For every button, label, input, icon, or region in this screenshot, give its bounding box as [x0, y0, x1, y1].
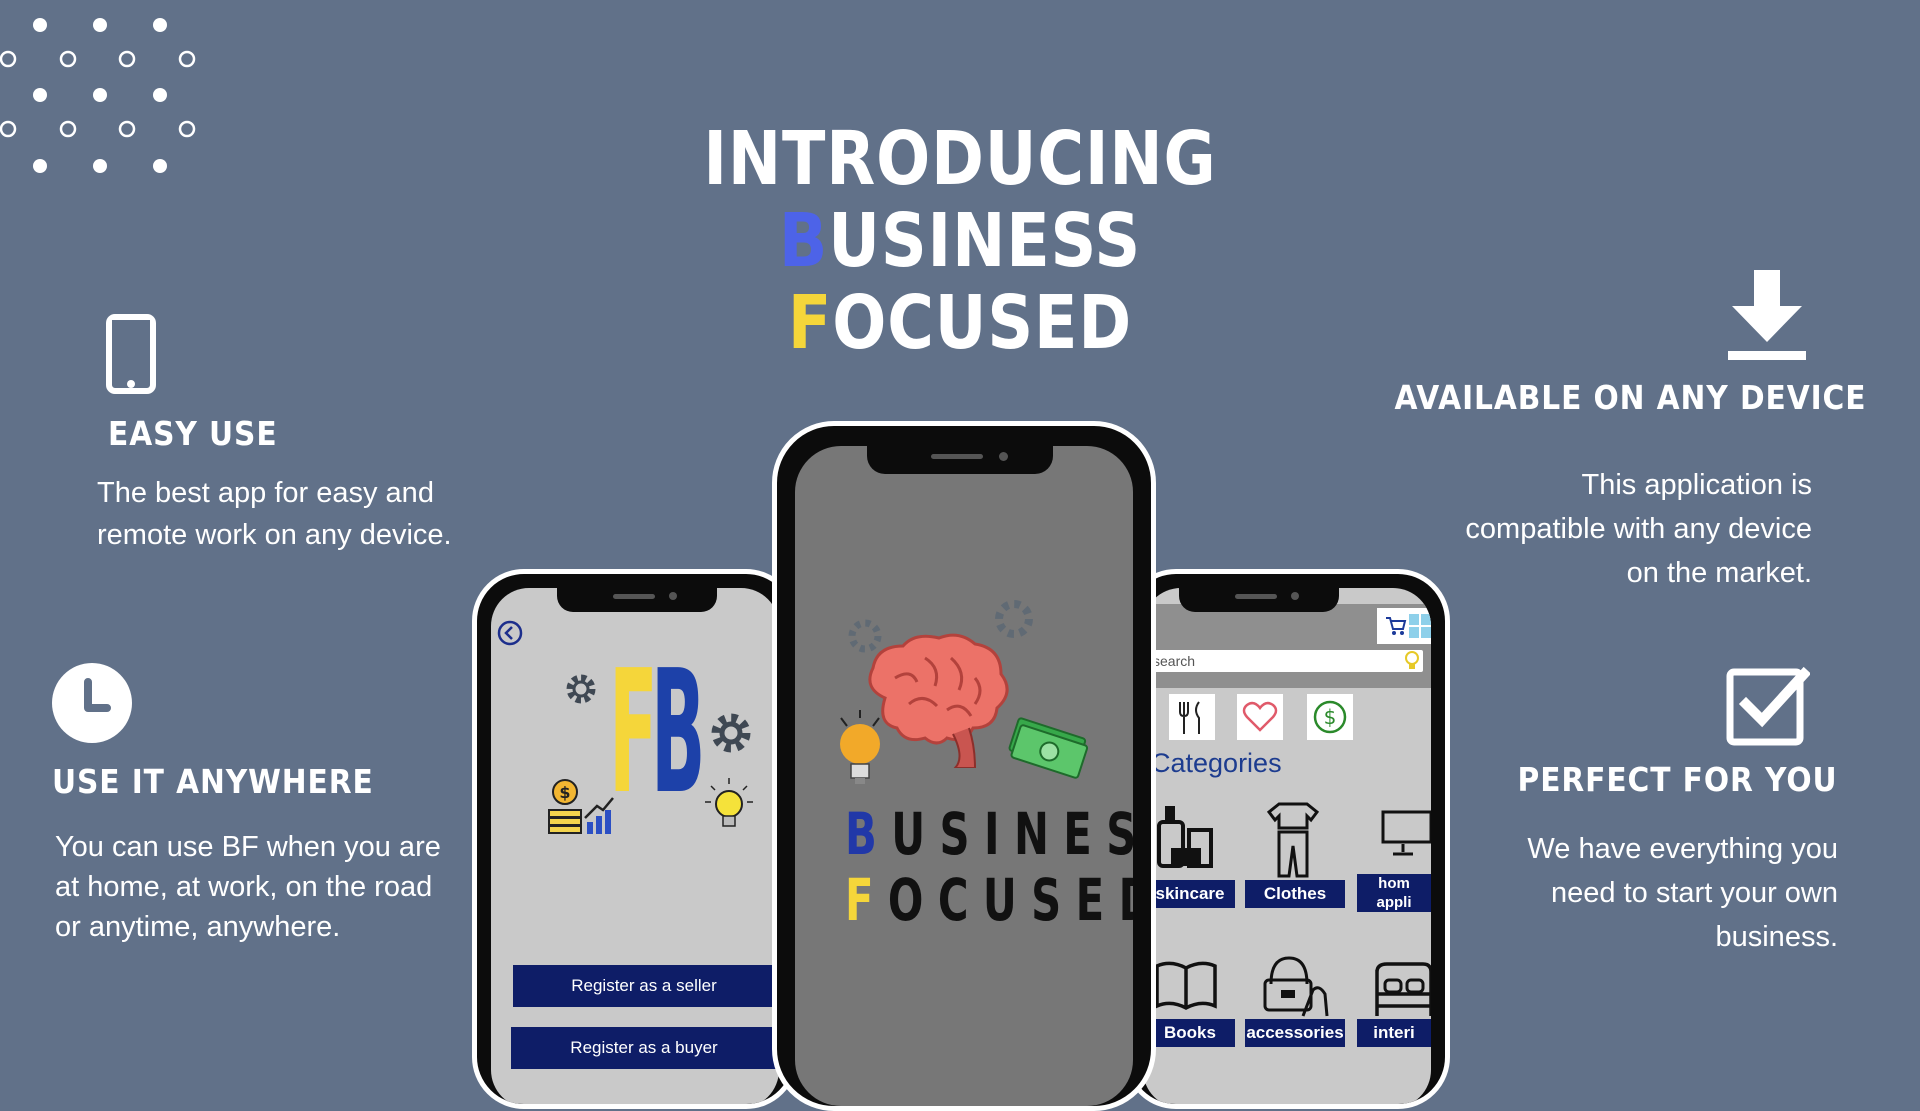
available-line-3: on the market.	[1626, 557, 1812, 589]
register-buyer-button[interactable]: Register as a buyer	[511, 1027, 777, 1069]
center-logo-f: F	[845, 866, 888, 934]
lightbulb-icon	[705, 778, 753, 827]
category-books[interactable]: Books	[1145, 1019, 1235, 1047]
category-home-appliances[interactable]: hom appli	[1357, 874, 1431, 912]
category-skincare[interactable]: skincare	[1145, 880, 1235, 908]
center-phone-screen: BUSINESS FOCUSED	[795, 446, 1133, 1106]
left-phone-screen: F B $ Register as a seller Register as a…	[491, 588, 779, 1104]
money-growth-icon: $	[548, 779, 614, 834]
left-logo-b: B	[651, 634, 706, 832]
notch	[867, 440, 1053, 474]
perfect-line-3: business.	[1715, 921, 1838, 953]
perfect-line-1: We have everything you	[1527, 833, 1838, 865]
title-word-usiness: USINESS	[828, 198, 1142, 284]
money-icon	[1008, 717, 1089, 779]
gear-icon	[711, 713, 751, 753]
checkbox-icon	[1726, 666, 1810, 746]
heart-icon	[1242, 701, 1278, 732]
right-phone-screen: search $ Categories skincare Clothes hom…	[1143, 588, 1431, 1104]
left-phone: F B $ Register as a seller Register as a…	[472, 569, 798, 1109]
perfect-heading: PERFECT FOR YOU	[1518, 760, 1838, 799]
fork-knife-icon	[1179, 701, 1200, 734]
easy-use-line-1: The best app for easy and	[97, 477, 434, 509]
search-input[interactable]: search	[1147, 650, 1423, 672]
register-seller-button[interactable]: Register as a seller	[513, 965, 775, 1007]
price-filter[interactable]: $	[1307, 694, 1353, 740]
monitor-icon	[1381, 810, 1431, 856]
center-logo-line-1: BUSINESS	[845, 804, 1133, 864]
right-phone: search $ Categories skincare Clothes hom…	[1124, 569, 1450, 1109]
center-logo-ocused: OCUSED	[887, 866, 1133, 934]
anywhere-heading: USE IT ANYWHERE	[52, 762, 374, 801]
book-icon	[1155, 961, 1217, 1010]
available-text: This application is compatible with any …	[1392, 463, 1812, 595]
notch	[1179, 582, 1339, 612]
title-line-2: BUSINESS FOCUSED	[616, 200, 1304, 364]
clothes-icon	[1266, 802, 1320, 878]
anywhere-line-1: You can use BF when you are	[55, 831, 441, 863]
center-phone: BUSINESS FOCUSED	[772, 421, 1156, 1111]
title-line-1: INTRODUCING	[703, 116, 1217, 202]
category-clothes[interactable]: Clothes	[1245, 880, 1345, 908]
lightbulb-icon	[840, 710, 880, 784]
gear-icon	[566, 674, 596, 704]
category-interior[interactable]: interi	[1357, 1019, 1431, 1047]
title-letter-b: B	[778, 198, 829, 284]
title-word-ocused: OCUSED	[832, 280, 1133, 366]
speaker	[613, 594, 655, 599]
camera	[999, 452, 1008, 461]
camera	[669, 592, 677, 600]
speaker	[931, 454, 983, 459]
anywhere-text: You can use BF when you are at home, at …	[55, 827, 455, 947]
camera	[1291, 592, 1299, 600]
available-line-1: This application is	[1581, 469, 1813, 501]
svg-text:$: $	[1324, 705, 1337, 729]
easy-use-heading: EASY USE	[108, 414, 278, 453]
cart-icon[interactable]	[1385, 616, 1407, 636]
page-title: INTRODUCING BUSINESS FOCUSED	[560, 118, 1360, 364]
back-arrow-icon[interactable]	[497, 620, 523, 646]
dollar-icon: $	[1313, 700, 1347, 734]
phone-icon	[106, 314, 156, 394]
clock-icon	[52, 663, 132, 743]
favorites-filter[interactable]	[1237, 694, 1283, 740]
dot-pattern	[0, 18, 196, 173]
header-actions	[1377, 608, 1431, 644]
center-logo-usiness: USINESS	[891, 800, 1133, 868]
available-heading: AVAILABLE ON ANY DEVICE	[1394, 378, 1866, 417]
lightbulb-icon	[1405, 651, 1419, 669]
svg-text:$: $	[559, 783, 570, 802]
anywhere-line-3: or anytime, anywhere.	[55, 911, 341, 943]
handbag-icon	[1263, 956, 1329, 1017]
center-logo-b: B	[845, 800, 892, 868]
perfect-line-2: need to start your own	[1551, 877, 1838, 909]
skincare-icon	[1157, 806, 1213, 868]
grid-icon[interactable]	[1409, 614, 1431, 638]
categories-title: Categories	[1151, 748, 1282, 778]
category-accessories[interactable]: accessories	[1245, 1019, 1345, 1047]
download-icon	[1728, 270, 1806, 360]
notch	[557, 582, 717, 612]
header-bottom	[1143, 672, 1431, 688]
perfect-text: We have everything you need to start you…	[1418, 827, 1838, 959]
center-logo-line-2: FOCUSED	[845, 870, 1133, 930]
food-filter[interactable]	[1169, 694, 1215, 740]
bed-icon	[1375, 962, 1431, 1016]
anywhere-line-2: at home, at work, on the road	[55, 871, 433, 903]
easy-use-line-2: remote work on any device.	[97, 519, 452, 551]
title-letter-f: F	[787, 280, 833, 366]
easy-use-text: The best app for easy and remote work on…	[97, 472, 497, 556]
available-line-2: compatible with any device	[1465, 513, 1812, 545]
speaker	[1235, 594, 1277, 599]
